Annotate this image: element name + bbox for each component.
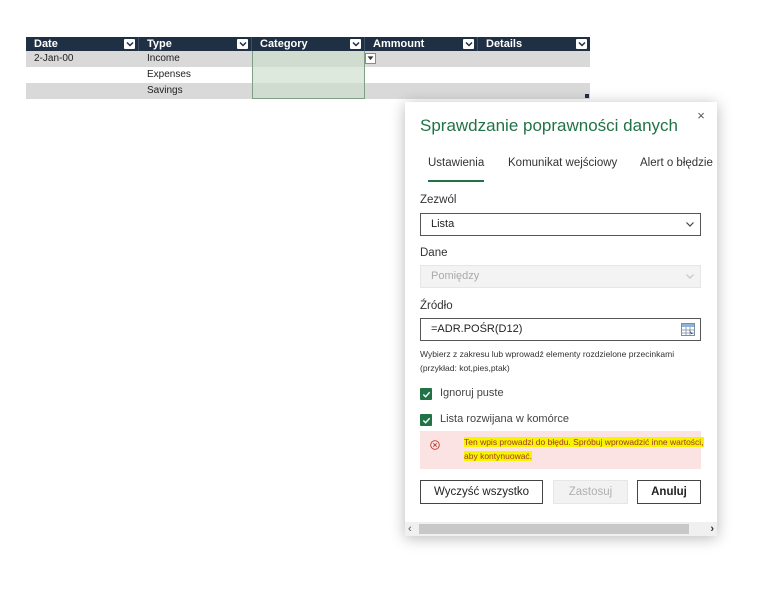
column-header-date[interactable]: Date xyxy=(26,37,139,51)
filter-dropdown-icon[interactable] xyxy=(124,39,135,49)
filter-dropdown-icon[interactable] xyxy=(350,39,361,49)
source-hint: Wybierz z zakresu lub wprowadź elementy … xyxy=(420,349,675,373)
table-cell[interactable]: 2-Jan-00 xyxy=(26,51,139,67)
scroll-right-icon[interactable]: › xyxy=(710,523,714,535)
selected-cell[interactable] xyxy=(252,51,365,67)
column-header-label: Category xyxy=(260,38,308,50)
tab-settings[interactable]: Ustawienia xyxy=(428,157,485,182)
column-header-label: Date xyxy=(34,38,58,50)
error-message-box: Ten wpis prowadzi do błędu. Spróbuj wpro… xyxy=(420,431,704,469)
column-header-label: Ammount xyxy=(373,38,425,50)
filter-dropdown-icon[interactable] xyxy=(237,39,248,49)
table-row: 2-Jan-00 Income xyxy=(26,51,590,67)
table-resize-handle[interactable] xyxy=(585,94,589,98)
error-message-text: Ten wpis prowadzi do błędu. Spróbuj wpro… xyxy=(464,437,704,461)
scrollbar-thumb[interactable] xyxy=(419,524,689,534)
source-input-value: =ADR.POŚR(D12) xyxy=(431,323,523,335)
table-cell[interactable] xyxy=(478,51,590,67)
data-select: Pomiędzy xyxy=(420,265,701,288)
column-header-label: Type xyxy=(147,38,172,50)
horizontal-scrollbar[interactable]: ‹ › xyxy=(405,522,717,536)
column-header-category[interactable]: Category xyxy=(252,37,365,51)
chevron-down-icon xyxy=(686,222,694,227)
data-label: Dane xyxy=(420,247,448,259)
in-cell-dropdown-checkbox[interactable] xyxy=(420,414,432,426)
allow-select-value: Lista xyxy=(431,218,455,230)
tab-bar: Ustawienia Komunikat wejściowy Alert o b… xyxy=(405,157,717,183)
dialog-title: Sprawdzanie poprawności danych xyxy=(420,116,678,135)
table-row: Expenses xyxy=(26,67,590,83)
filter-dropdown-icon[interactable] xyxy=(463,39,474,49)
table-cell[interactable] xyxy=(478,67,590,83)
allow-select[interactable]: Lista xyxy=(420,213,701,236)
cancel-button[interactable]: Anuluj xyxy=(637,480,701,504)
column-header-type[interactable]: Type xyxy=(139,37,252,51)
table-row: Savings xyxy=(26,83,590,99)
chevron-down-icon xyxy=(686,274,694,279)
checkmark-icon xyxy=(422,417,430,424)
ignore-blank-label[interactable]: Ignoruj puste xyxy=(440,387,504,399)
spreadsheet-table: Date Type Category Ammount Details 2-Jan… xyxy=(26,37,590,99)
clear-all-button[interactable]: Wyczyść wszystko xyxy=(420,480,543,504)
table-cell[interactable]: Savings xyxy=(139,83,252,99)
column-header-details[interactable]: Details xyxy=(478,37,590,51)
table-cell[interactable]: Expenses xyxy=(139,67,252,83)
tab-error-alert[interactable]: Alert o błędzie xyxy=(640,157,713,169)
selected-cell[interactable] xyxy=(252,67,365,83)
ignore-blank-checkbox[interactable] xyxy=(420,388,432,400)
allow-label: Zezwól xyxy=(420,194,457,206)
scroll-left-icon[interactable]: ‹ xyxy=(408,523,412,535)
error-message: Ten wpis prowadzi do błędu. Spróbuj wpro… xyxy=(464,435,704,463)
cell-dropdown-arrow-icon[interactable] xyxy=(365,53,376,64)
selected-cell[interactable] xyxy=(252,83,365,99)
source-label: Źródło xyxy=(420,300,453,312)
error-icon xyxy=(430,440,440,450)
table-cell[interactable] xyxy=(26,67,139,83)
close-icon[interactable]: × xyxy=(694,109,708,123)
table-cell[interactable]: Income xyxy=(139,51,252,67)
table-cell[interactable] xyxy=(26,83,139,99)
tab-input-message[interactable]: Komunikat wejściowy xyxy=(508,157,617,169)
checkmark-icon xyxy=(422,391,430,398)
source-input[interactable]: =ADR.POŚR(D12) xyxy=(420,318,701,341)
range-select-icon[interactable] xyxy=(681,323,695,336)
in-cell-dropdown-label[interactable]: Lista rozwijana w komórce xyxy=(440,413,569,425)
table-cell[interactable] xyxy=(365,51,478,67)
filter-dropdown-icon[interactable] xyxy=(576,39,587,49)
column-header-ammount[interactable]: Ammount xyxy=(365,37,478,51)
table-cell[interactable] xyxy=(478,83,590,99)
apply-button[interactable]: Zastosuj xyxy=(553,480,628,504)
table-cell[interactable] xyxy=(365,83,478,99)
table-cell[interactable] xyxy=(365,67,478,83)
column-header-label: Details xyxy=(486,38,523,50)
table-header-row: Date Type Category Ammount Details xyxy=(26,37,590,51)
data-select-value: Pomiędzy xyxy=(431,270,480,282)
data-validation-dialog: × Sprawdzanie poprawności danych Ustawie… xyxy=(405,102,717,536)
